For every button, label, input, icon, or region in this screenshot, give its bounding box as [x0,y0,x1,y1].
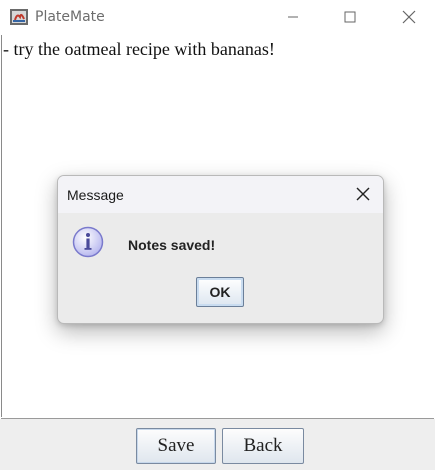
maximize-button[interactable] [327,0,373,34]
ok-button[interactable]: OK [196,277,244,307]
back-button[interactable]: Back [222,428,304,464]
maximize-icon [344,11,356,23]
window-title: PlateMate [35,9,105,25]
dialog-close-icon[interactable] [353,184,373,204]
minimize-icon [288,16,298,18]
dialog-message: Notes saved! [128,237,216,253]
save-button[interactable]: Save [136,428,216,464]
dialog-title-bar: Message [58,176,383,213]
notes-content: - try the oatmeal recipe with bananas! [3,39,275,59]
close-icon [402,10,416,24]
dialog-title: Message [67,187,124,203]
java-app-icon [10,9,28,25]
minimize-button[interactable] [270,0,316,34]
message-dialog: Message Notes saved! OK [57,175,384,324]
button-panel: Save Back [0,419,435,470]
info-icon [72,226,104,258]
window-title-bar: PlateMate [0,0,435,34]
close-window-button[interactable] [386,0,432,34]
